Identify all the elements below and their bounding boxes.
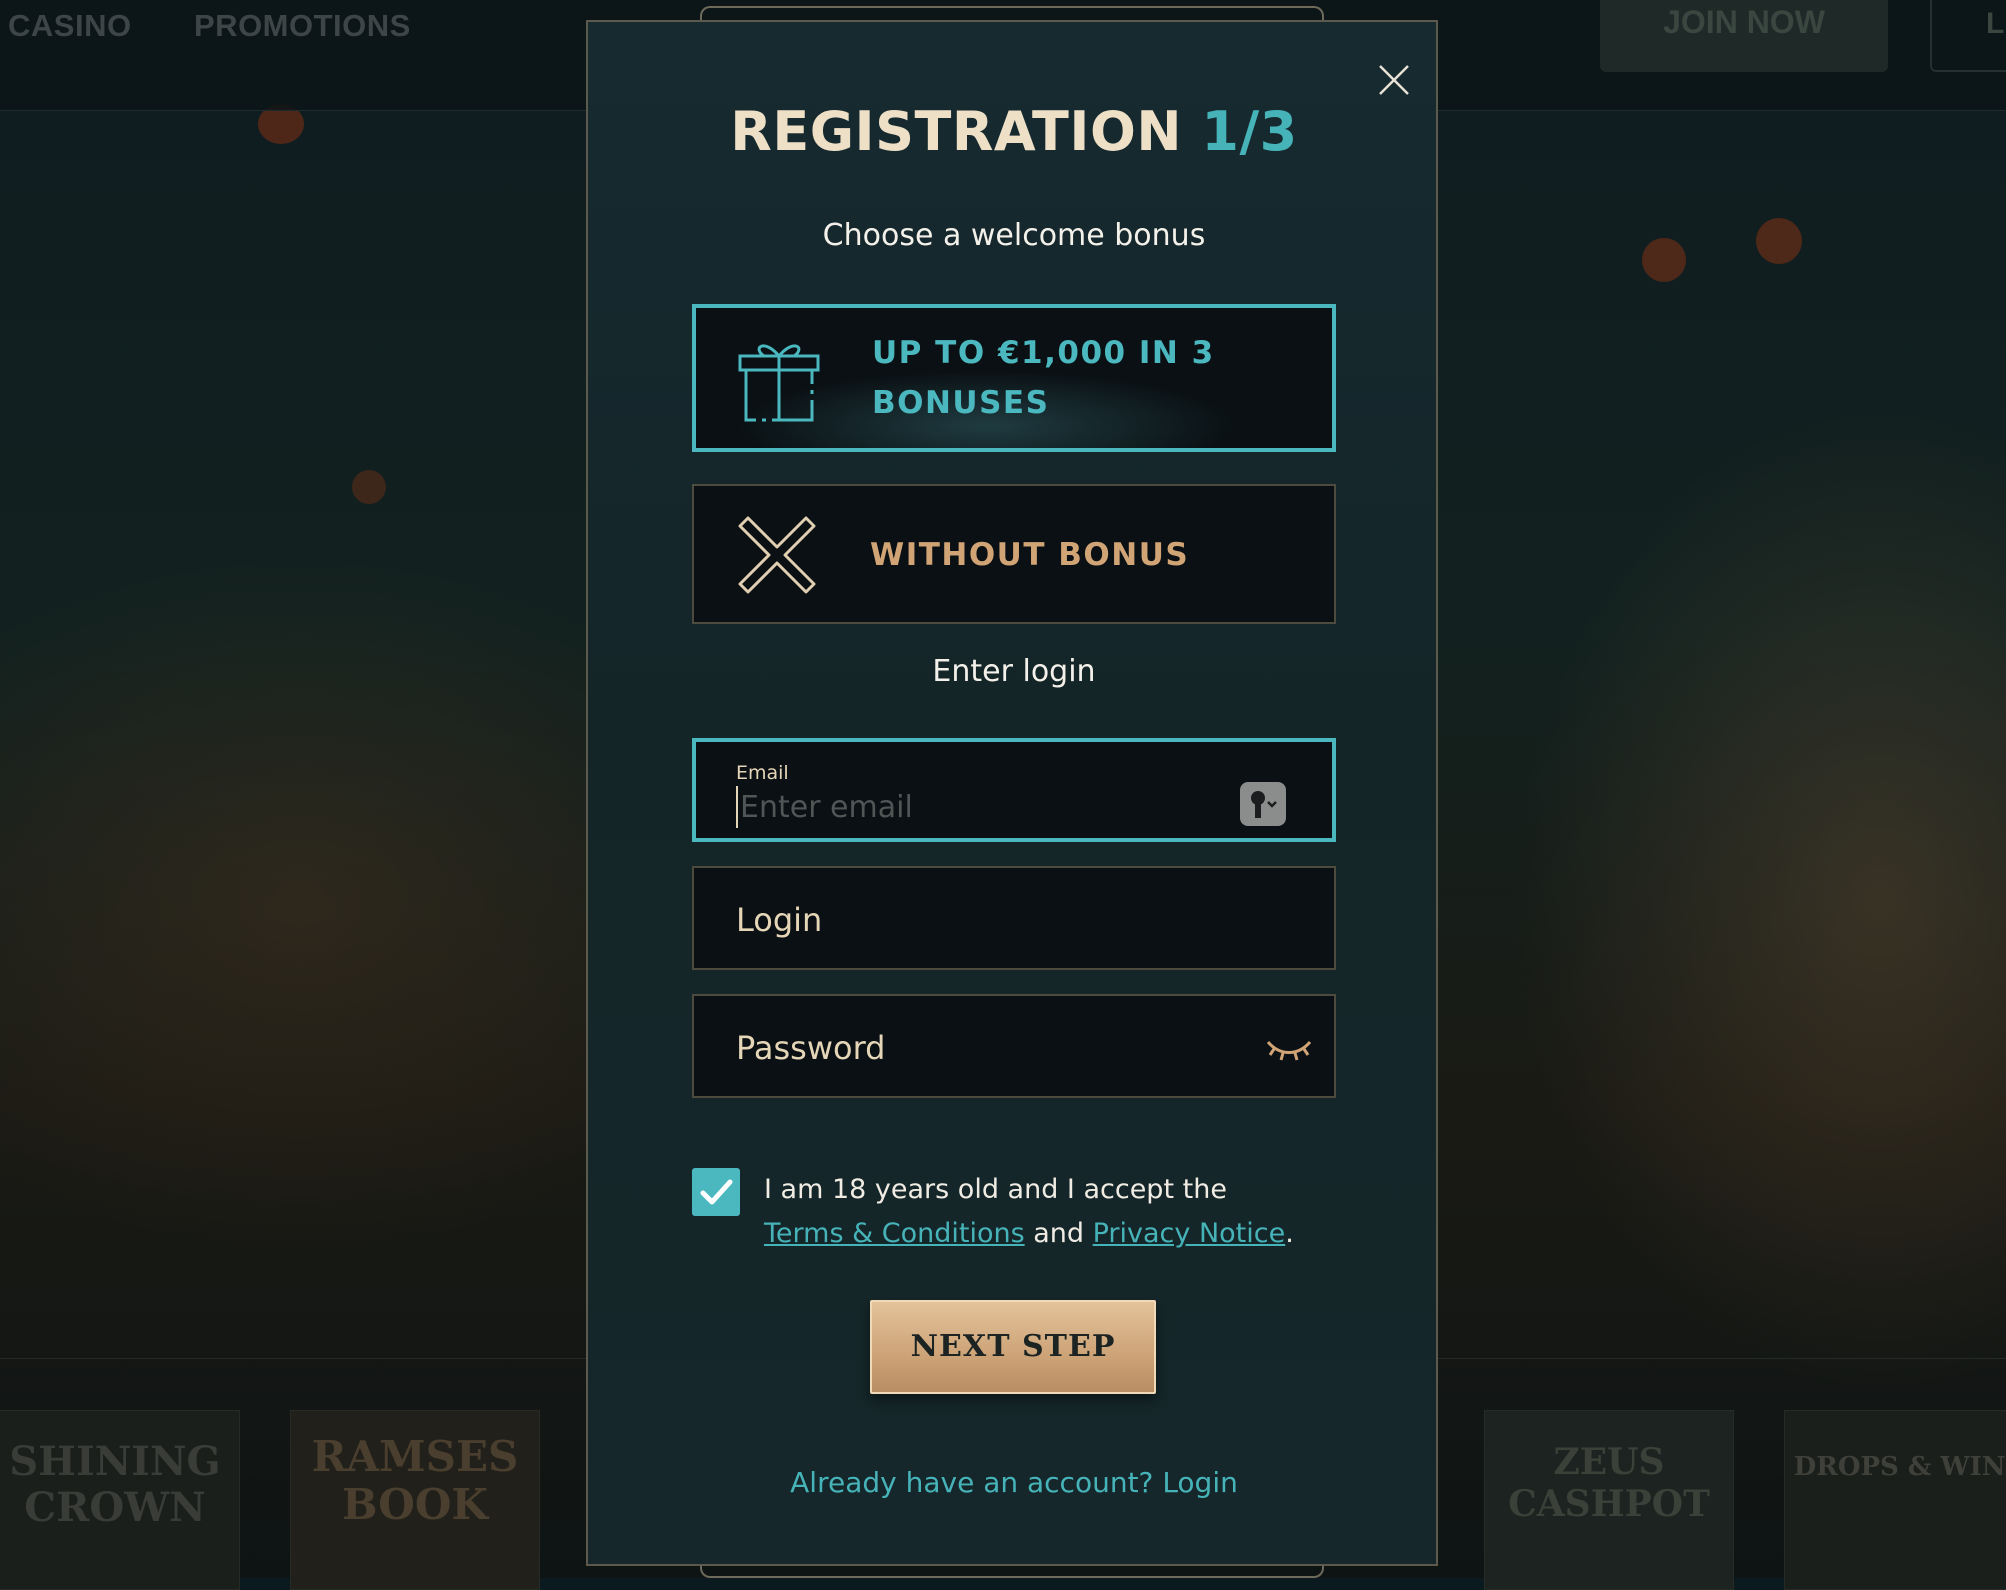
nav-casino[interactable]: CASINO xyxy=(8,8,132,44)
email-input[interactable] xyxy=(736,786,1222,828)
game-thumb-zeus-cashpot[interactable]: ZEUS CASHPOT xyxy=(1484,1410,1734,1590)
privacy-notice-link[interactable]: Privacy Notice xyxy=(1093,1218,1286,1249)
no-bonus-label: WITHOUT BONUS xyxy=(870,537,1190,573)
modal-title: REGISTRATION 1/3 xyxy=(588,100,1440,163)
gift-icon xyxy=(734,334,824,428)
bonus-option-welcome[interactable]: UP TO €1,000 IN 3 BONUSES xyxy=(692,304,1336,452)
email-field[interactable]: Email xyxy=(692,738,1336,842)
password-field[interactable] xyxy=(692,994,1336,1098)
bonus-heading: Choose a welcome bonus xyxy=(822,218,1206,253)
game-thumb-drops-wins[interactable]: DROPS & WINS xyxy=(1784,1410,2006,1590)
bonus-option-label: UP TO €1,000 IN 3 BONUSES xyxy=(872,328,1215,428)
terms-conditions-link[interactable]: Terms & Conditions xyxy=(764,1218,1025,1249)
terms-statement: I am 18 years old and I accept the xyxy=(764,1174,1227,1205)
title-text: REGISTRATION xyxy=(730,100,1183,163)
already-have-account-link[interactable]: Already have an account? Login xyxy=(588,1466,1440,1499)
game-thumb-ramses-book[interactable]: RAMSES BOOK xyxy=(290,1410,540,1590)
registration-modal: REGISTRATION 1/3 Choose a welcome bonus … xyxy=(586,20,1438,1566)
checkmark-icon xyxy=(700,1179,733,1205)
nav-promotions[interactable]: PROMOTIONS xyxy=(194,8,411,44)
age-terms-checkbox[interactable] xyxy=(692,1168,740,1216)
x-icon xyxy=(734,512,820,602)
terms-text: I am 18 years old and I accept the Terms… xyxy=(764,1168,1324,1256)
bonus-line-2: BONUSES xyxy=(872,385,1050,421)
terms-period: . xyxy=(1285,1218,1294,1249)
key-icon[interactable] xyxy=(1240,782,1286,826)
terms-and: and xyxy=(1033,1218,1085,1249)
password-input[interactable] xyxy=(734,1022,1218,1074)
bg-orb xyxy=(352,470,386,504)
game-thumb-shining-crown[interactable]: SHINING CROWN xyxy=(0,1410,240,1590)
bg-orb xyxy=(1756,218,1802,264)
login-field[interactable] xyxy=(692,866,1336,970)
eye-closed-icon[interactable] xyxy=(1264,1032,1314,1070)
login-input[interactable] xyxy=(734,894,1218,946)
login-button-partial[interactable]: L xyxy=(1930,0,2006,72)
bg-orb xyxy=(1642,238,1686,282)
join-now-button[interactable]: JOIN NOW xyxy=(1600,0,1888,72)
bonus-line-1: UP TO €1,000 IN 3 xyxy=(872,335,1215,371)
step-indicator: 1/3 xyxy=(1201,100,1298,163)
email-label: Email xyxy=(736,762,789,784)
login-heading: Enter login xyxy=(932,654,1096,689)
next-step-button[interactable]: NEXT STEP xyxy=(870,1300,1156,1394)
close-icon[interactable] xyxy=(1368,54,1418,104)
bonus-option-none[interactable]: WITHOUT BONUS xyxy=(692,484,1336,624)
